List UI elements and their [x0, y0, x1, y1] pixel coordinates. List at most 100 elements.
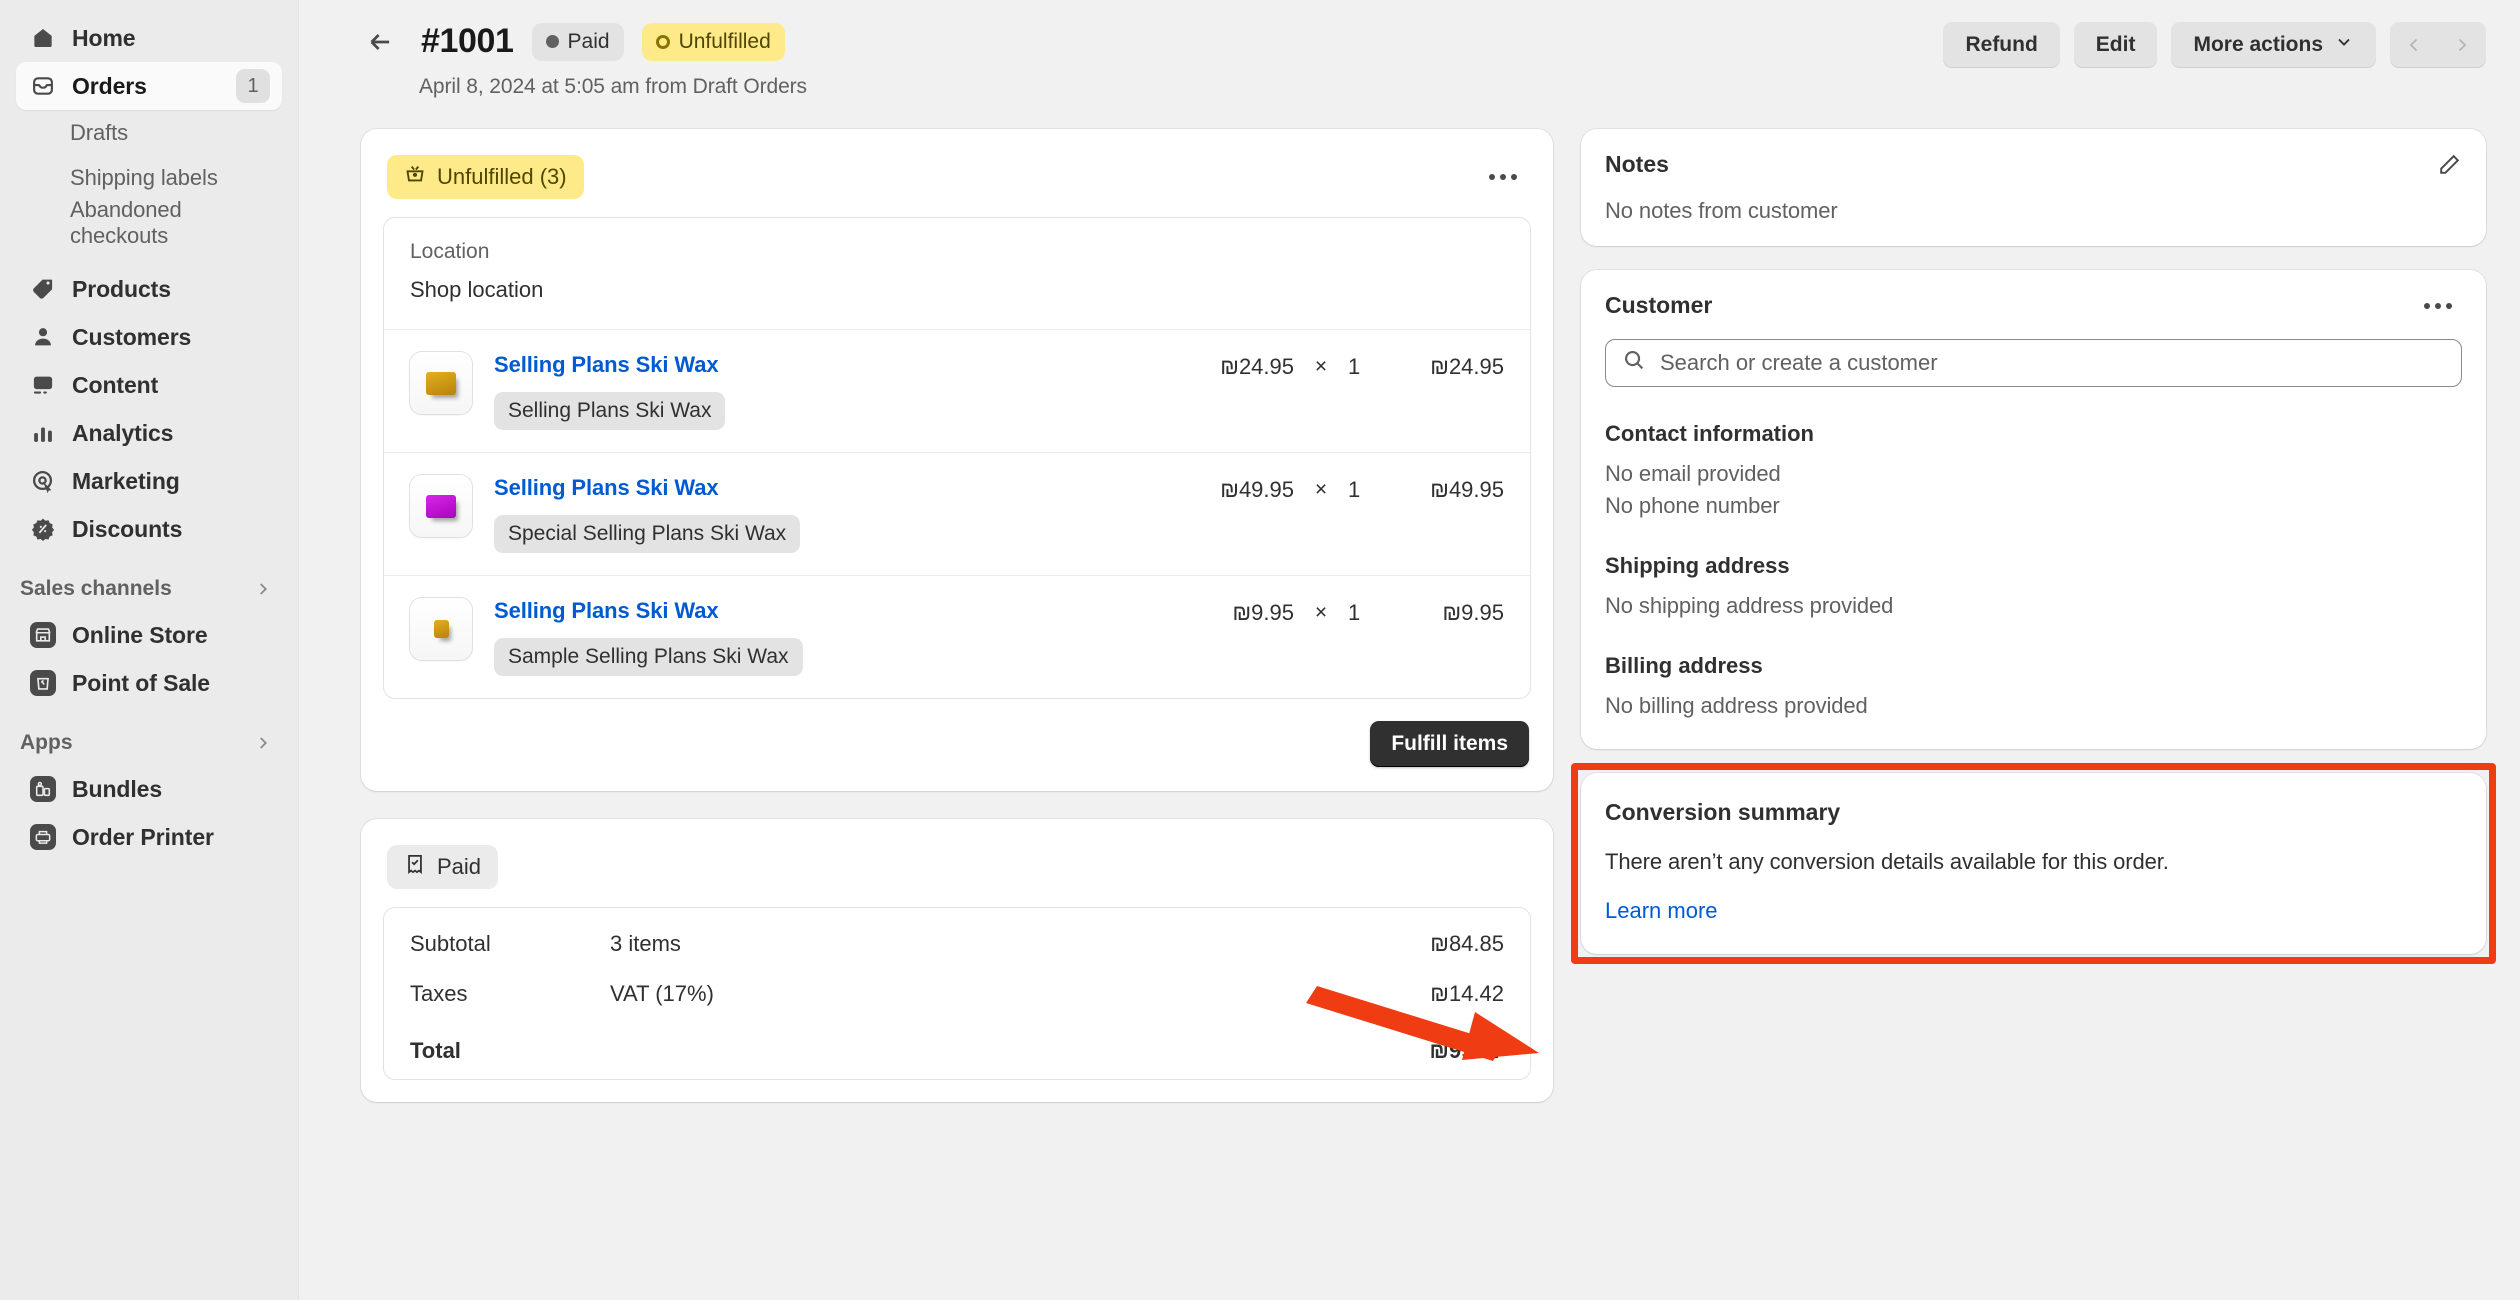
customer-search-placeholder: Search or create a customer — [1660, 350, 1938, 376]
product-title-link[interactable]: Selling Plans Ski Wax — [494, 352, 1176, 378]
refund-button[interactable]: Refund — [1943, 22, 2059, 68]
secondary-column: Notes No notes from customer Customer — [1581, 129, 2486, 1102]
sidebar-section-apps[interactable]: Apps — [16, 721, 282, 765]
payment-card-header: Paid — [383, 841, 1531, 907]
totals-description: VAT (17%) — [610, 981, 1430, 1007]
conversion-summary-wrapper: Conversion summary There aren’t any conv… — [1581, 773, 2486, 954]
apps-label: Apps — [20, 731, 73, 755]
product-title-link[interactable]: Selling Plans Ski Wax — [494, 598, 1176, 624]
contact-email-value: No email provided — [1605, 461, 2462, 487]
product-thumbnail[interactable] — [410, 475, 472, 537]
marketing-target-icon — [30, 468, 56, 494]
totals-row-total: Total ₪99.27 — [384, 1022, 1530, 1079]
multiplier-symbol: × — [1294, 352, 1348, 379]
product-image — [434, 620, 449, 638]
printer-glyph — [30, 824, 56, 850]
product-thumbnail[interactable] — [410, 352, 472, 414]
sidebar-item-discounts[interactable]: Discounts — [16, 505, 282, 553]
line-total: ₪24.95 — [1376, 352, 1504, 380]
sidebar-item-home[interactable]: Home — [16, 14, 282, 62]
page-header: #1001 Paid Unfulfilled April 8, 2024 at … — [361, 22, 2486, 99]
shopify-admin-order-page: Home Orders 1 Drafts Shipping labels Aba… — [0, 0, 2520, 1300]
product-variant-tag: Selling Plans Ski Wax — [494, 392, 725, 430]
primary-column: Unfulfilled (3) Location Shop location — [361, 129, 1553, 1102]
billing-address-heading: Billing address — [1605, 653, 2462, 679]
sidebar-item-drafts[interactable]: Drafts — [16, 110, 282, 155]
sidebar-item-bundles[interactable]: Bundles — [16, 765, 282, 813]
more-actions-button[interactable]: More actions — [2171, 22, 2376, 68]
sidebar-item-customers[interactable]: Customers — [16, 313, 282, 361]
kebab-dot-icon — [2424, 303, 2430, 309]
orders-count-badge: 1 — [236, 69, 270, 103]
sidebar-item-label: Orders — [72, 73, 147, 100]
sidebar-item-content[interactable]: Content — [16, 361, 282, 409]
totals-label: Subtotal — [410, 931, 610, 957]
totals-label: Total — [410, 1038, 610, 1064]
sidebar-item-label: Products — [72, 276, 171, 303]
line-item-row: Selling Plans Ski Wax Selling Plans Ski … — [384, 329, 1530, 452]
orders-icon — [30, 73, 56, 99]
location-block: Location Shop location — [384, 218, 1530, 329]
customer-card-menu-button[interactable] — [2414, 295, 2462, 317]
customer-search-input[interactable]: Search or create a customer — [1605, 339, 2462, 387]
notes-title: Notes — [1605, 151, 1669, 178]
product-title-link[interactable]: Selling Plans Ski Wax — [494, 475, 1176, 501]
status-badge-paid: Paid — [532, 23, 624, 61]
sidebar-item-shipping-labels[interactable]: Shipping labels — [16, 155, 282, 200]
fulfillment-card-menu-button[interactable] — [1479, 166, 1527, 188]
fulfillment-card-header: Unfulfilled (3) — [383, 151, 1531, 217]
learn-more-link[interactable]: Learn more — [1605, 898, 1718, 924]
sidebar-item-online-store[interactable]: Online Store — [16, 611, 282, 659]
product-thumbnail[interactable] — [410, 598, 472, 660]
main-content: #1001 Paid Unfulfilled April 8, 2024 at … — [299, 0, 2520, 1300]
online-store-glyph — [30, 622, 56, 648]
content-image-icon — [30, 372, 56, 398]
totals-value: ₪14.42 — [1430, 981, 1504, 1007]
pencil-icon[interactable] — [2436, 152, 2462, 178]
bundles-icon — [30, 776, 56, 802]
conversion-summary-card: Conversion summary There aren’t any conv… — [1581, 773, 2486, 954]
sidebar-section-sales-channels[interactable]: Sales channels — [16, 567, 282, 611]
chevron-right-icon — [254, 734, 272, 752]
analytics-bars-icon — [30, 420, 56, 446]
back-arrow-icon[interactable] — [361, 23, 399, 61]
sidebar-item-analytics[interactable]: Analytics — [16, 409, 282, 457]
sidebar-item-products[interactable]: Products — [16, 265, 282, 313]
sidebar-subitem-label: Abandoned checkouts — [70, 197, 282, 249]
previous-order-button[interactable] — [2390, 22, 2438, 68]
payment-status-badge: Paid — [387, 845, 498, 889]
order-pagination — [2390, 22, 2486, 68]
point-of-sale-icon — [30, 670, 56, 696]
sidebar-item-abandoned-checkouts[interactable]: Abandoned checkouts — [16, 200, 282, 245]
totals-row-subtotal: Subtotal 3 items ₪84.85 — [384, 908, 1530, 965]
line-total: ₪49.95 — [1376, 475, 1504, 503]
edit-button[interactable]: Edit — [2074, 22, 2158, 68]
chevron-down-icon — [2334, 32, 2354, 58]
totals-row-taxes: Taxes VAT (17%) ₪14.42 — [384, 965, 1530, 1022]
sidebar-item-label: Discounts — [72, 516, 182, 543]
sidebar-item-label: Point of Sale — [72, 670, 210, 697]
page-header-actions: Refund Edit More actions — [1943, 22, 2486, 68]
customer-title: Customer — [1605, 292, 1712, 319]
sidebar-item-orders[interactable]: Orders 1 — [16, 62, 282, 110]
sidebar: Home Orders 1 Drafts Shipping labels Aba… — [0, 0, 299, 1300]
shipping-address-value: No shipping address provided — [1605, 593, 2462, 619]
discounts-percent-icon — [30, 516, 56, 542]
payment-totals-box: Subtotal 3 items ₪84.85 Taxes VAT (17%) … — [383, 907, 1531, 1080]
fulfillment-card-footer: Fulfill items — [383, 699, 1531, 769]
sidebar-item-marketing[interactable]: Marketing — [16, 457, 282, 505]
notes-card: Notes No notes from customer — [1581, 129, 2486, 246]
fulfillment-status-badge: Unfulfilled (3) — [387, 155, 584, 199]
quantity: 1 — [1348, 352, 1376, 380]
page-header-left: #1001 Paid Unfulfilled April 8, 2024 at … — [361, 22, 807, 99]
sidebar-item-order-printer[interactable]: Order Printer — [16, 813, 282, 861]
next-order-button[interactable] — [2438, 22, 2486, 68]
kebab-dot-icon — [1500, 174, 1506, 180]
totals-description: 3 items — [610, 931, 1430, 957]
sidebar-item-label: Content — [72, 372, 158, 399]
paid-receipt-icon — [404, 853, 426, 881]
sidebar-item-point-of-sale[interactable]: Point of Sale — [16, 659, 282, 707]
location-label: Location — [410, 240, 1504, 264]
unit-price: ₪9.95 — [1176, 598, 1294, 626]
fulfill-items-button[interactable]: Fulfill items — [1370, 721, 1529, 767]
